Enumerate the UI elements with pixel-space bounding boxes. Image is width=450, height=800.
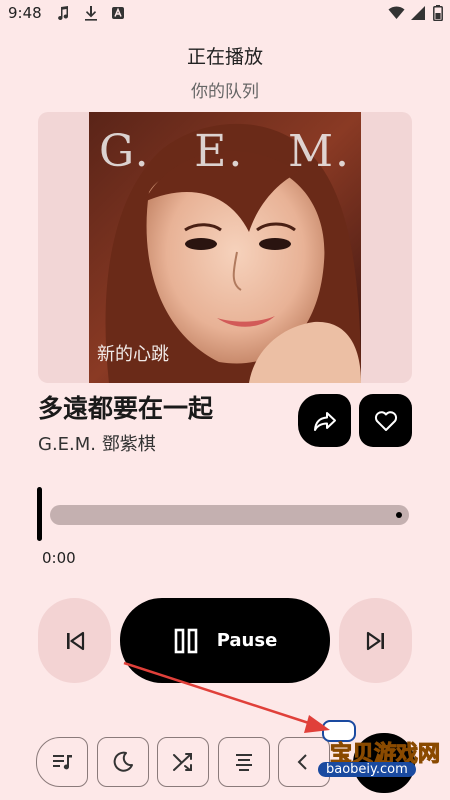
- album-letter-g: G.: [99, 126, 151, 177]
- song-title: 多遠都要在一起: [38, 394, 214, 423]
- album-cover[interactable]: G. E. M. 新的心跳: [89, 112, 361, 383]
- album-title-letters: G. E. M.: [99, 126, 351, 177]
- queue-music-icon: [53, 755, 72, 770]
- heart-icon: [374, 410, 397, 431]
- lyrics-button[interactable]: [218, 737, 270, 787]
- seek-end-marker: [396, 512, 402, 518]
- album-caption: 新的心跳: [97, 344, 169, 365]
- battery-icon: [433, 5, 443, 21]
- album-letter-e: E.: [194, 126, 245, 177]
- elapsed-time: 0:00: [42, 549, 76, 567]
- seek-thumb[interactable]: [37, 487, 42, 541]
- album-art-frame: G. E. M. 新的心跳: [38, 112, 412, 383]
- share-icon: [313, 411, 336, 431]
- status-bar: 9:48: [0, 0, 450, 26]
- pause-button[interactable]: Pause: [120, 598, 330, 683]
- download-icon: [85, 6, 97, 21]
- seek-bar[interactable]: [50, 505, 409, 525]
- pause-label: Pause: [216, 630, 278, 651]
- next-button[interactable]: [339, 598, 412, 683]
- shuffle-button[interactable]: [157, 737, 209, 787]
- lyrics-icon: [236, 754, 252, 771]
- skip-previous-icon: [66, 631, 84, 650]
- share-button[interactable]: [298, 394, 351, 447]
- shuffle-icon: [173, 753, 192, 771]
- pause-icon: [174, 628, 198, 653]
- queue-subtitle[interactable]: 你的队列: [0, 77, 450, 102]
- page-title: 正在播放: [186, 46, 263, 68]
- previous-button[interactable]: [38, 598, 111, 683]
- album-letter-m: M.: [287, 126, 351, 177]
- watermark: 宝贝游戏网 baobeiy.com: [298, 716, 441, 782]
- app-a-icon: [112, 7, 124, 19]
- song-artist[interactable]: G.E.M. 鄧紫棋: [38, 430, 156, 456]
- music-note-icon: [58, 6, 68, 20]
- sleep-timer-button[interactable]: [97, 737, 149, 787]
- status-time: 9:48: [8, 4, 42, 22]
- skip-next-icon: [366, 631, 384, 650]
- watermark-url: baobeiy.com: [318, 762, 416, 777]
- wifi-icon: [388, 6, 405, 20]
- queue-button[interactable]: [36, 737, 88, 787]
- favorite-button[interactable]: [359, 394, 412, 447]
- signal-icon: [411, 6, 425, 20]
- sleep-timer-icon: [113, 751, 133, 772]
